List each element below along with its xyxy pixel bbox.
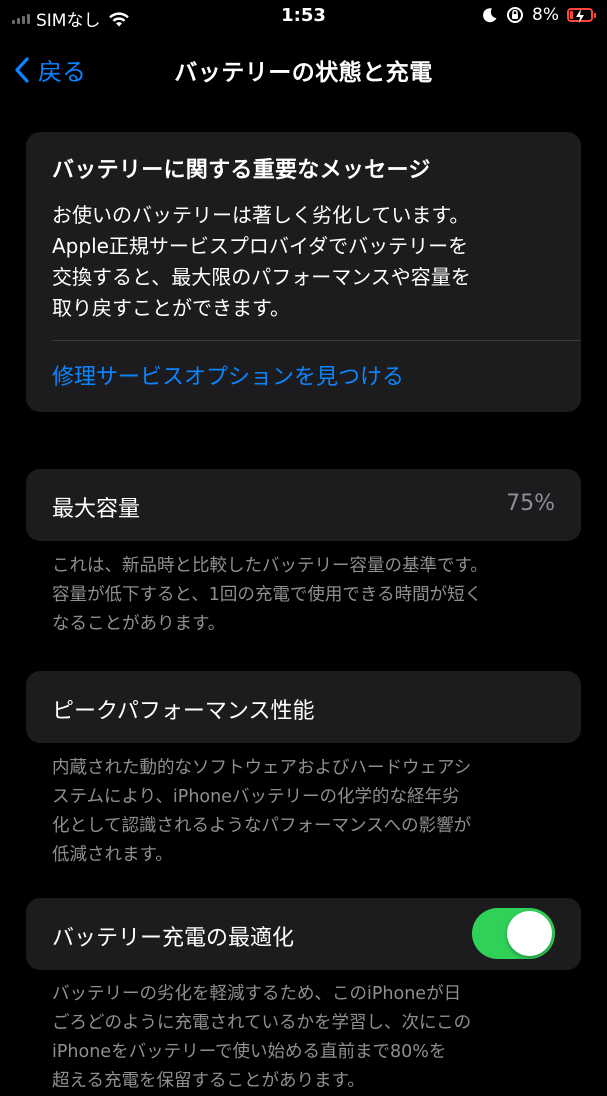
navigation-bar: 戻る バッテリーの状態と充電 xyxy=(0,44,607,94)
divider xyxy=(52,340,581,341)
footnote-line: 低減されます。 xyxy=(52,845,173,865)
orientation-lock-icon xyxy=(507,7,524,23)
footnote-line: これは、新品時と比較したバッテリー容量の基準です。 xyxy=(52,556,488,576)
footnote-line: バッテリーの劣化を軽減するため、このiPhoneが日 xyxy=(52,984,462,1004)
moon-icon xyxy=(483,8,497,23)
optimized-charging-toggle[interactable] xyxy=(472,908,555,959)
footnote-line: ごろどのように充電されているかを学習し、次にこの xyxy=(52,1013,472,1033)
peak-performance-row: ピークパフォーマンス性能 xyxy=(26,671,581,743)
battery-message-card: バッテリーに関する重要なメッセージ お使いのバッテリーは著しく劣化しています。 … xyxy=(26,132,581,412)
optimized-charging-label: バッテリー充電の最適化 xyxy=(52,926,295,951)
message-title: バッテリーに関する重要なメッセージ xyxy=(52,158,431,183)
peak-performance-label: ピークパフォーマンス性能 xyxy=(52,699,315,724)
max-capacity-footnote: これは、新品時と比較したバッテリー容量の基準です。 容量が低下すると、1回の充電… xyxy=(52,552,552,639)
toggle-knob xyxy=(507,911,552,956)
message-body: お使いのバッテリーは著しく劣化しています。 Apple正規サービスプロバイダでバ… xyxy=(52,200,562,324)
message-line: お使いのバッテリーは著しく劣化しています。 xyxy=(52,203,470,227)
page-title: バッテリーの状態と充電 xyxy=(174,60,433,86)
message-line: Apple正規サービスプロバイダでバッテリーを xyxy=(52,234,469,258)
max-capacity-row: 最大容量 75% xyxy=(26,469,581,541)
optimized-charging-footnote: バッテリーの劣化を軽減するため、このiPhoneが日 ごろどのように充電されてい… xyxy=(52,980,552,1096)
find-service-options-link[interactable]: 修理サービスオプションを見つける xyxy=(52,359,404,391)
footnote-line: 超える充電を保留することがあります。 xyxy=(52,1071,365,1091)
message-line: 取り戻すことができます。 xyxy=(52,296,290,320)
battery-percent: 8% xyxy=(532,5,559,25)
max-capacity-label: 最大容量 xyxy=(52,497,141,522)
peak-performance-footnote: 内蔵された動的なソフトウェアおよびハードウェアシ ステムにより、iPhoneバッ… xyxy=(52,754,552,870)
status-bar: SIMなし 1:53 8% xyxy=(0,0,607,34)
footnote-line: 化として認識されるようなパフォーマンスへの影響が xyxy=(52,816,472,836)
footnote-line: iPhoneをバッテリーで使い始める直前まで80%を xyxy=(52,1042,447,1062)
optimized-charging-row: バッテリー充電の最適化 xyxy=(26,898,581,970)
message-line: 交換すると、最大限のパフォーマンスや容量を xyxy=(52,265,471,289)
footnote-line: なることがあります。 xyxy=(52,614,226,634)
footnote-line: 容量が低下すると、1回の充電で使用できる時間が短く xyxy=(52,585,483,605)
max-capacity-value: 75% xyxy=(506,491,555,516)
status-right: 8% xyxy=(482,5,596,25)
footnote-line: 内蔵された動的なソフトウェアおよびハードウェアシ xyxy=(52,758,472,778)
battery-charging-icon xyxy=(567,8,596,23)
footnote-line: ステムにより、iPhoneバッテリーの化学的な経年劣 xyxy=(52,787,460,807)
